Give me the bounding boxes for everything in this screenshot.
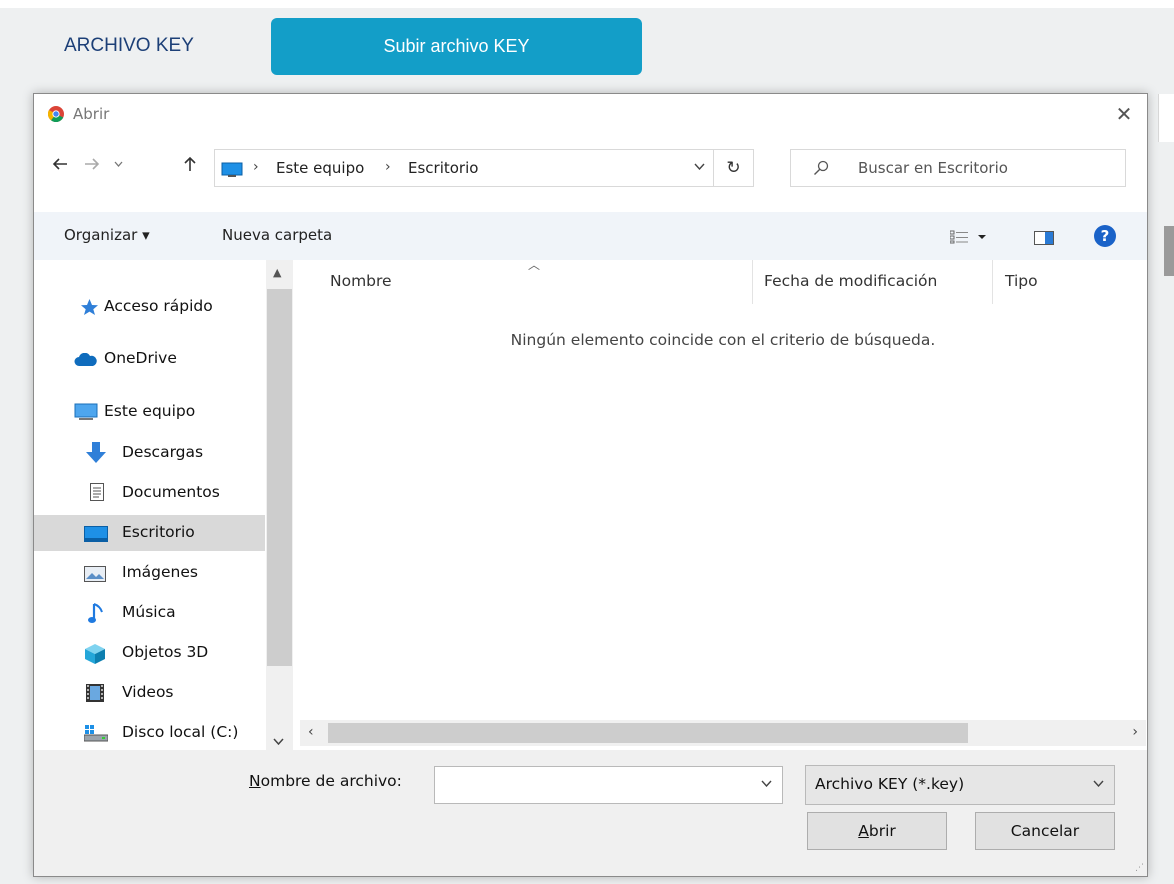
- close-button[interactable]: ✕: [1101, 94, 1147, 134]
- arrow-right-icon: [85, 158, 100, 170]
- help-icon[interactable]: ?: [1094, 225, 1116, 247]
- resize-grip-icon[interactable]: ⋰: [1135, 863, 1144, 873]
- cloud-icon: [74, 353, 97, 366]
- nav-item-label: Disco local (C:): [122, 723, 239, 741]
- nav-item-quick-access[interactable]: Acceso rápido: [34, 289, 265, 325]
- scroll-down-icon[interactable]: [273, 734, 284, 748]
- close-icon: ✕: [1115, 102, 1133, 126]
- open-accelerator: A: [858, 822, 869, 840]
- preview-pane-icon: [1034, 231, 1054, 245]
- nav-item-documents[interactable]: Documentos: [34, 475, 265, 511]
- nav-item-label: Escritorio: [122, 523, 195, 541]
- image-icon: [84, 566, 106, 582]
- filename-dropdown-icon[interactable]: [761, 776, 772, 791]
- nav-item-label: Objetos 3D: [122, 643, 209, 661]
- computer-icon: [221, 162, 243, 177]
- drive-icon: [84, 725, 108, 742]
- nav-item-label: Este equipo: [104, 402, 196, 420]
- open-button-text: brir: [868, 822, 896, 840]
- new-folder-button[interactable]: Nueva carpeta: [222, 226, 332, 244]
- dialog-titlebar[interactable]: Abrir ✕: [34, 94, 1147, 134]
- preview-pane-button[interactable]: [1034, 231, 1054, 249]
- file-type-select[interactable]: Archivo KEY (*.key): [805, 765, 1115, 805]
- music-icon: [88, 603, 103, 623]
- nav-item-label: OneDrive: [104, 349, 177, 367]
- nav-item-downloads[interactable]: Descargas: [34, 435, 265, 471]
- nav-item-onedrive[interactable]: OneDrive: [34, 341, 265, 377]
- scroll-right-icon[interactable]: ›: [1132, 724, 1138, 740]
- sort-ascending-icon: ︿: [528, 258, 541, 272]
- video-icon: [86, 684, 104, 702]
- breadcrumb-escritorio[interactable]: Escritorio: [408, 159, 478, 177]
- file-type-value: Archivo KEY (*.key): [815, 775, 965, 793]
- column-divider[interactable]: [992, 260, 993, 304]
- scroll-left-icon[interactable]: ‹: [308, 724, 314, 740]
- empty-folder-message: Ningún elemento coincide con el criterio…: [510, 331, 936, 349]
- nav-item-label: Acceso rápido: [104, 297, 213, 315]
- column-header-name[interactable]: Nombre: [330, 272, 392, 290]
- nav-item-desktop[interactable]: Escritorio: [34, 515, 265, 551]
- document-icon: [90, 483, 104, 501]
- back-button[interactable]: [48, 152, 72, 176]
- upload-key-button[interactable]: Subir archivo KEY: [271, 18, 642, 75]
- nav-pane-scrollbar[interactable]: ▲: [266, 260, 293, 750]
- breadcrumb-separator-icon: ›: [253, 159, 259, 175]
- filename-input[interactable]: [434, 766, 783, 804]
- change-view-button[interactable]: [949, 230, 994, 248]
- chevron-down-icon: [114, 161, 122, 167]
- arrow-up-icon: [184, 156, 196, 171]
- nav-item-music[interactable]: Música: [34, 595, 265, 631]
- open-button[interactable]: Abrir: [807, 812, 947, 850]
- nav-item-label: Documentos: [122, 483, 220, 501]
- nav-item-3d-objects[interactable]: Objetos 3D: [34, 635, 265, 671]
- arrow-left-icon: [52, 158, 67, 170]
- recent-locations-button[interactable]: [110, 152, 126, 176]
- nav-item-label: Imágenes: [122, 563, 198, 581]
- computer-icon: [74, 403, 98, 420]
- nav-item-local-disk[interactable]: Disco local (C:): [34, 715, 265, 751]
- breadcrumb-separator-icon: ›: [385, 159, 391, 175]
- desktop-icon: [84, 526, 108, 542]
- nav-item-label: Descargas: [122, 443, 204, 461]
- chrome-icon: [48, 106, 64, 122]
- page-top-strip: [0, 0, 1174, 8]
- up-button[interactable]: [178, 152, 202, 176]
- scroll-up-icon[interactable]: ▲: [273, 266, 281, 279]
- search-placeholder: Buscar en Escritorio: [858, 159, 1008, 177]
- nav-item-videos[interactable]: Videos: [34, 675, 265, 711]
- filename-label-accelerator: N: [249, 772, 261, 790]
- column-header-type[interactable]: Tipo: [1005, 272, 1038, 290]
- forward-button[interactable]: [80, 152, 104, 176]
- column-header-date[interactable]: Fecha de modificación: [764, 272, 937, 290]
- nav-item-label: Música: [122, 603, 176, 621]
- cancel-button[interactable]: Cancelar: [975, 812, 1115, 850]
- section-label: ARCHIVO KEY: [64, 35, 194, 56]
- breadcrumb-este-equipo[interactable]: Este equipo: [276, 159, 364, 177]
- address-bar[interactable]: › Este equipo › Escritorio: [214, 149, 714, 187]
- refresh-button[interactable]: ↻: [714, 149, 754, 187]
- search-input[interactable]: Buscar en Escritorio: [790, 149, 1126, 187]
- column-divider[interactable]: [752, 260, 753, 304]
- scrollbar-thumb[interactable]: [267, 289, 292, 666]
- dialog-title: Abrir: [73, 105, 110, 123]
- filename-label-text: ombre de archivo:: [260, 772, 402, 790]
- nav-item-label: Videos: [122, 683, 174, 701]
- details-view-icon: [949, 230, 986, 244]
- star-icon: [81, 299, 98, 315]
- page-button-edge: [1164, 226, 1174, 276]
- address-dropdown-icon[interactable]: [694, 159, 705, 174]
- organize-menu[interactable]: Organizar ▾: [64, 226, 150, 244]
- file-list-h-scrollbar[interactable]: ‹ ›: [300, 720, 1146, 746]
- page-input-edge: [1158, 94, 1174, 142]
- filename-label: Nombre de archivo:: [249, 772, 402, 790]
- refresh-icon: ↻: [726, 158, 741, 178]
- download-icon: [86, 442, 106, 463]
- open-file-dialog: Abrir ✕ › Este equipo › Escritorio ↻ Bus…: [33, 93, 1148, 877]
- nav-item-pictures[interactable]: Imágenes: [34, 555, 265, 591]
- chevron-down-icon: [1093, 776, 1104, 791]
- nav-item-this-pc[interactable]: Este equipo: [34, 394, 265, 430]
- scrollbar-thumb[interactable]: [328, 723, 968, 743]
- cube-icon: [85, 644, 105, 664]
- search-icon: [814, 160, 829, 175]
